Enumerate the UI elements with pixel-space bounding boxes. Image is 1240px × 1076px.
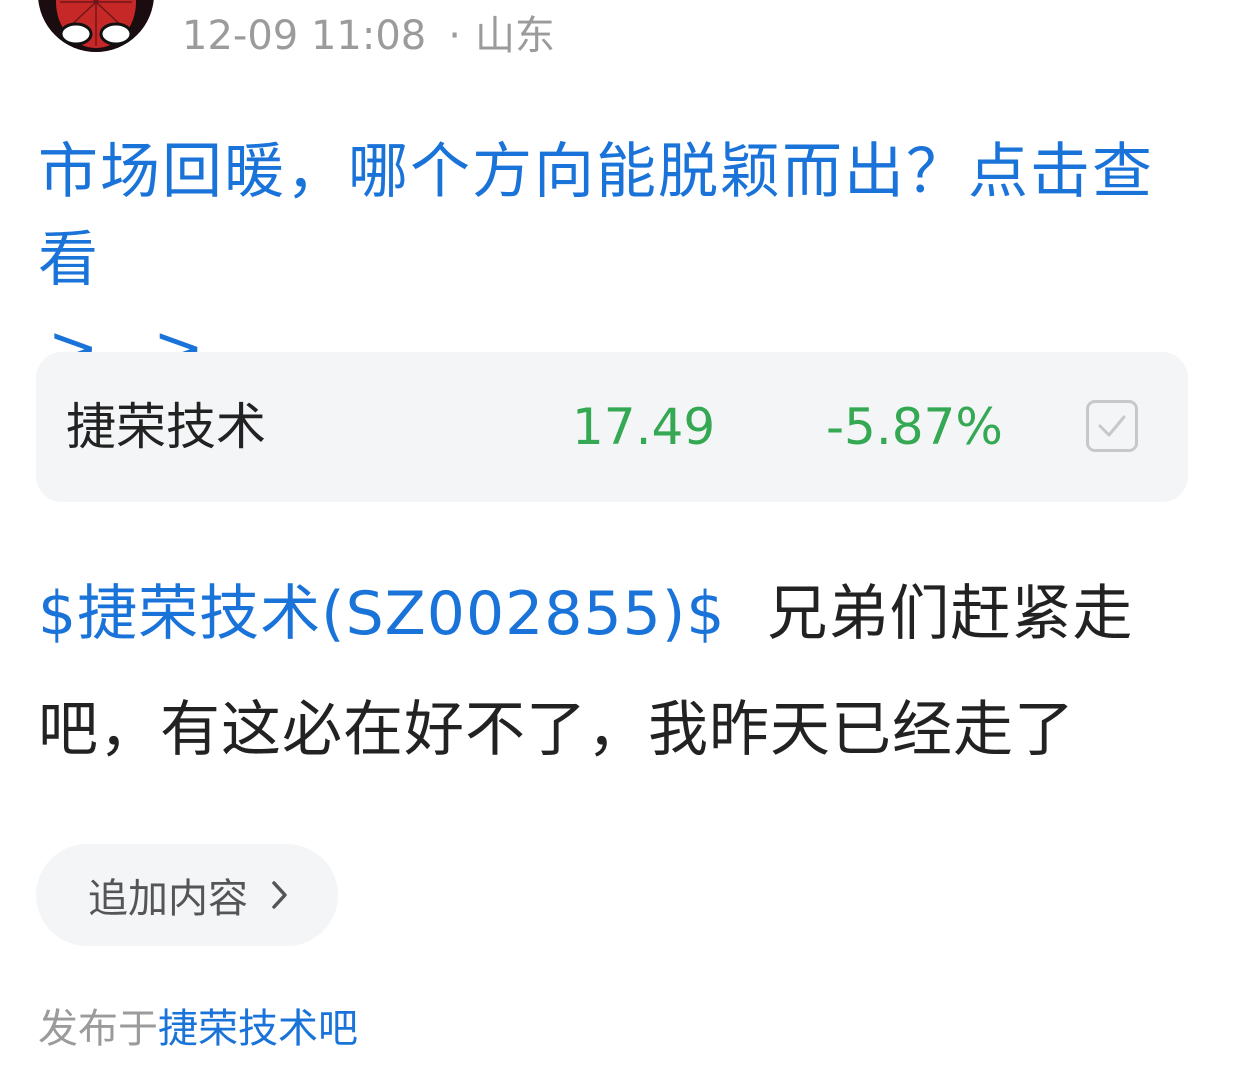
- stock-change: -5.87%: [826, 398, 1003, 456]
- stock-tag-link[interactable]: $捷荣技术(SZ002855)$: [38, 579, 725, 649]
- post-time: 12-09 11:08: [182, 13, 427, 59]
- post-content: $捷荣技术(SZ002855)$ 兄弟们赶紧走吧，有这必在好不了，我昨天已经走了: [38, 556, 1208, 788]
- stock-name: 捷荣技术: [66, 398, 266, 456]
- add-content-button[interactable]: 追加内容: [36, 844, 338, 946]
- forum-link[interactable]: 捷荣技术吧: [158, 1006, 358, 1052]
- user-avatar[interactable]: [38, 0, 154, 52]
- stock-price: 17.49: [572, 398, 716, 456]
- post-location: 山东: [474, 13, 555, 59]
- meta-separator: ·: [448, 13, 461, 59]
- publish-prefix: 发布于: [38, 1006, 158, 1052]
- add-content-label: 追加内容: [88, 876, 248, 922]
- post-page: 12-09 11:08 · 山东 市场回暖，哪个方向能脱颖而出？点击查看 > > 捷…: [0, 0, 1240, 1076]
- post-meta: 12-09 11:08 · 山东: [182, 12, 555, 60]
- stock-card[interactable]: 捷荣技术 17.49 -5.87%: [36, 352, 1188, 502]
- chevron-right-icon: [270, 879, 290, 911]
- watchlist-checkbox[interactable]: [1086, 400, 1138, 452]
- publish-info: 发布于捷荣技术吧: [38, 1002, 358, 1056]
- spiderman-avatar-icon: [38, 0, 154, 52]
- promo-text: 市场回暖，哪个方向能脱颖而出？点击查看: [38, 137, 1154, 295]
- checkbox-icon: [1098, 415, 1126, 437]
